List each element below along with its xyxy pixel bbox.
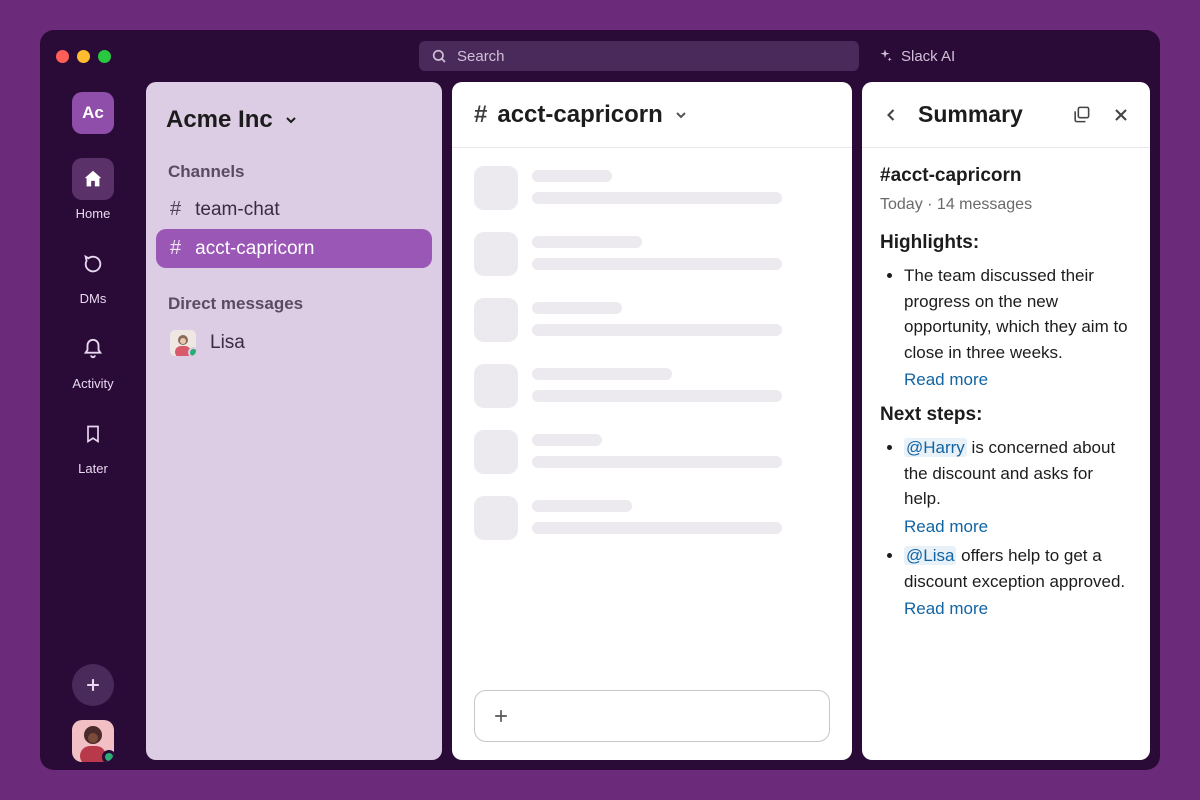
bookmark-icon xyxy=(72,413,114,455)
presence-indicator xyxy=(102,750,114,762)
nav-activity-label: Activity xyxy=(72,376,113,391)
search-placeholder: Search xyxy=(457,48,505,65)
home-icon xyxy=(72,158,114,200)
hash-icon: # xyxy=(170,198,181,221)
channel-sidebar: Acme Inc Channels # team-chat # acct-cap… xyxy=(146,82,442,760)
hash-icon: # xyxy=(474,101,487,129)
compose-button[interactable] xyxy=(72,664,114,706)
nav-activity[interactable]: Activity xyxy=(72,328,114,391)
maximize-window-button[interactable] xyxy=(98,50,111,63)
read-more-link[interactable]: Read more xyxy=(904,514,1132,540)
workspace-name: Acme Inc xyxy=(166,106,273,134)
highlights-heading: Highlights: xyxy=(880,229,1132,258)
summary-panel: Summary #acct-capricorn Today · 14 messa… xyxy=(862,82,1150,760)
user-mention[interactable]: @Lisa xyxy=(904,546,956,565)
dms-section-label: Direct messages xyxy=(156,286,432,322)
channel-view: # acct-capricorn xyxy=(452,82,852,760)
channel-name: team-chat xyxy=(195,199,279,221)
highlight-text: The team discussed their progress on the… xyxy=(904,266,1128,362)
workspace-switcher[interactable]: Ac xyxy=(72,92,114,134)
channel-title: acct-capricorn xyxy=(497,101,662,129)
channel-header: # acct-capricorn xyxy=(452,82,852,148)
read-more-link[interactable]: Read more xyxy=(904,367,1132,393)
summary-channel: #acct-capricorn xyxy=(880,162,1132,191)
nextstep-item: @Lisa offers help to get a discount exce… xyxy=(904,543,1132,622)
sparkle-icon xyxy=(877,48,893,64)
self-avatar[interactable] xyxy=(72,720,114,762)
nextstep-item: @Harry is concerned about the discount a… xyxy=(904,435,1132,539)
close-button[interactable] xyxy=(1108,102,1134,128)
chevron-down-icon xyxy=(283,112,299,128)
message-placeholder xyxy=(474,496,830,540)
nav-later-label: Later xyxy=(78,461,108,476)
presence-indicator xyxy=(188,347,196,356)
read-more-link[interactable]: Read more xyxy=(904,596,1132,622)
search-icon xyxy=(431,48,447,64)
message-list xyxy=(452,148,852,682)
summary-title: Summary xyxy=(918,101,1054,128)
slack-ai-label: Slack AI xyxy=(901,48,955,65)
workspace-menu[interactable]: Acme Inc xyxy=(156,100,432,154)
message-placeholder xyxy=(474,364,830,408)
plus-icon[interactable] xyxy=(491,706,511,726)
bell-icon xyxy=(72,328,114,370)
slack-ai-button[interactable]: Slack AI xyxy=(877,48,955,65)
message-placeholder xyxy=(474,298,830,342)
channels-section-label: Channels xyxy=(156,154,432,190)
search-input[interactable]: Search xyxy=(419,41,859,71)
dm-item-lisa[interactable]: Lisa xyxy=(156,322,432,364)
dm-name: Lisa xyxy=(210,332,245,354)
message-placeholder xyxy=(474,232,830,276)
message-placeholder xyxy=(474,166,830,210)
channel-title-button[interactable]: # acct-capricorn xyxy=(474,101,689,129)
minimize-window-button[interactable] xyxy=(77,50,90,63)
summary-body: #acct-capricorn Today · 14 messages High… xyxy=(862,148,1150,648)
titlebar: Search Slack AI xyxy=(40,30,1160,82)
nav-later[interactable]: Later xyxy=(72,413,114,476)
open-in-window-button[interactable] xyxy=(1068,102,1094,128)
nav-rail: Ac Home DMs Activity xyxy=(40,82,146,770)
nav-dms[interactable]: DMs xyxy=(72,243,114,306)
dm-avatar xyxy=(170,330,196,356)
back-button[interactable] xyxy=(878,102,904,128)
nextsteps-heading: Next steps: xyxy=(880,401,1132,430)
hash-icon: # xyxy=(170,237,181,260)
nav-dms-label: DMs xyxy=(80,291,107,306)
close-window-button[interactable] xyxy=(56,50,69,63)
app-window: Search Slack AI Ac Home DMs xyxy=(40,30,1160,770)
chevron-down-icon xyxy=(673,107,689,123)
app-body: Ac Home DMs Activity xyxy=(40,82,1160,770)
channel-item-acct-capricorn[interactable]: # acct-capricorn xyxy=(156,229,432,268)
message-placeholder xyxy=(474,430,830,474)
highlight-item: The team discussed their progress on the… xyxy=(904,263,1132,393)
nav-home-label: Home xyxy=(76,206,111,221)
channel-item-team-chat[interactable]: # team-chat xyxy=(156,190,432,229)
message-composer[interactable] xyxy=(474,690,830,742)
nav-home[interactable]: Home xyxy=(72,158,114,221)
dms-icon xyxy=(72,243,114,285)
panels: Acme Inc Channels # team-chat # acct-cap… xyxy=(146,82,1160,770)
summary-meta: Today · 14 messages xyxy=(880,193,1132,217)
summary-header: Summary xyxy=(862,82,1150,148)
user-mention[interactable]: @Harry xyxy=(904,438,967,457)
channel-name: acct-capricorn xyxy=(195,238,314,260)
window-controls xyxy=(56,50,111,63)
